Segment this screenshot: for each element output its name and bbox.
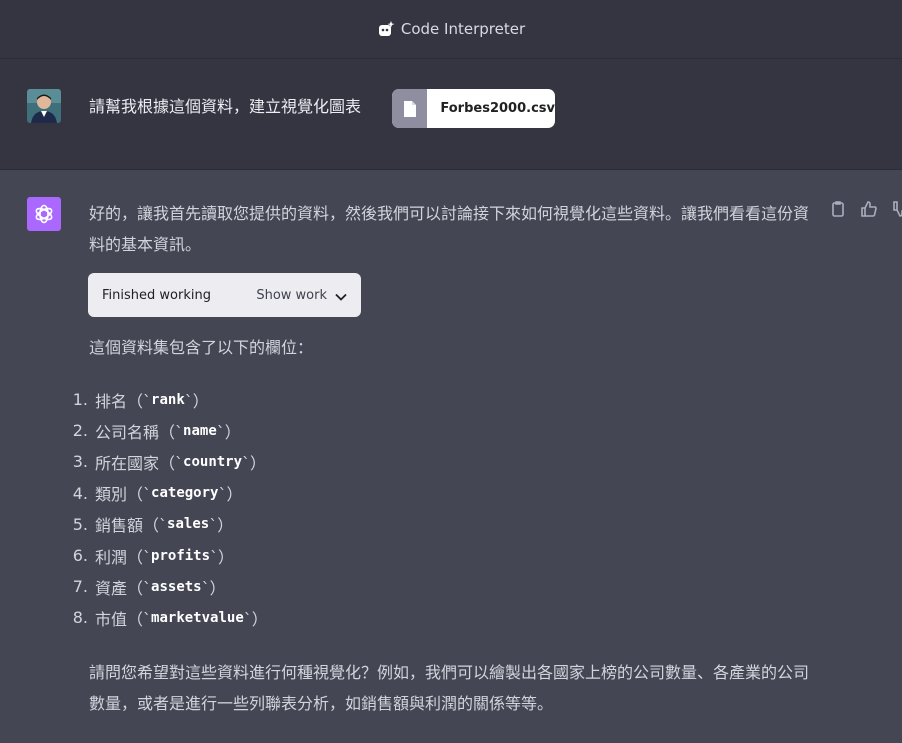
list-item: 5. 銷售額 （` sales `） <box>72 514 234 536</box>
copy-icon[interactable] <box>830 200 846 222</box>
file-attachment[interactable]: Forbes2000.csv <box>392 89 555 128</box>
model-title-label: Code Interpreter <box>400 20 526 38</box>
show-work-label: Show work <box>256 287 327 303</box>
chevron-down-icon <box>335 286 347 305</box>
list-item: 1. 排名 （` rank `） <box>72 390 209 411</box>
thumbs-up-icon[interactable] <box>860 200 878 222</box>
file-name: Forbes2000.csv <box>440 101 555 116</box>
top-bar: Code Interpreter <box>0 0 902 59</box>
list-item: 3. 所在國家 （` country `） <box>72 452 267 473</box>
columns-intro-text: 這個資料集包含了以下的欄位： <box>89 338 314 357</box>
show-work-toggle[interactable]: Show work <box>256 286 347 305</box>
field-list: 1. 排名 （` rank `） 2. 公司名稱 （` name `） 3. 所在國家 （` coun… <box>60 384 268 634</box>
assistant-closing-text: 請問您希望對這些資料進行何種視覺化？例如，我們可以繪製出各國家上榜的公司數量、各… <box>89 663 810 713</box>
list-item: 7. 資產 （` assets `） <box>72 577 226 598</box>
user-message-text: 請幫我根據這個資料，建立視覺化圖表 <box>89 97 362 116</box>
message-actions <box>830 200 902 222</box>
chatgpt-logo-icon <box>27 197 61 231</box>
thumbs-down-icon[interactable] <box>892 200 902 222</box>
user-avatar <box>27 89 61 123</box>
list-item: 2. 公司名稱 （` name `） <box>72 421 241 442</box>
assistant-intro-text: 好的，讓我首先讀取您提供的資料，然後我們可以討論接下來如何視覺化這些資料。讓我們… <box>89 204 810 254</box>
work-status-box[interactable]: Finished working Show work <box>88 273 361 317</box>
plugin-icon <box>377 20 395 38</box>
user-message-row: 請幫我根據這個資料，建立視覺化圖表 Forbes2000.csv <box>0 59 902 170</box>
assistant-message-row: 好的，讓我首先讀取您提供的資料，然後我們可以討論接下來如何視覺化這些資料。讓我們… <box>0 170 902 743</box>
file-icon <box>392 89 428 128</box>
list-item: 6. 利潤 （` profits `） <box>72 546 235 567</box>
list-item: 8. 市值 （` marketvalue `） <box>72 608 268 629</box>
work-status-label: Finished working <box>102 287 211 303</box>
model-title: Code Interpreter <box>377 20 525 38</box>
list-item: 4. 類別 （` category `） <box>72 483 243 505</box>
